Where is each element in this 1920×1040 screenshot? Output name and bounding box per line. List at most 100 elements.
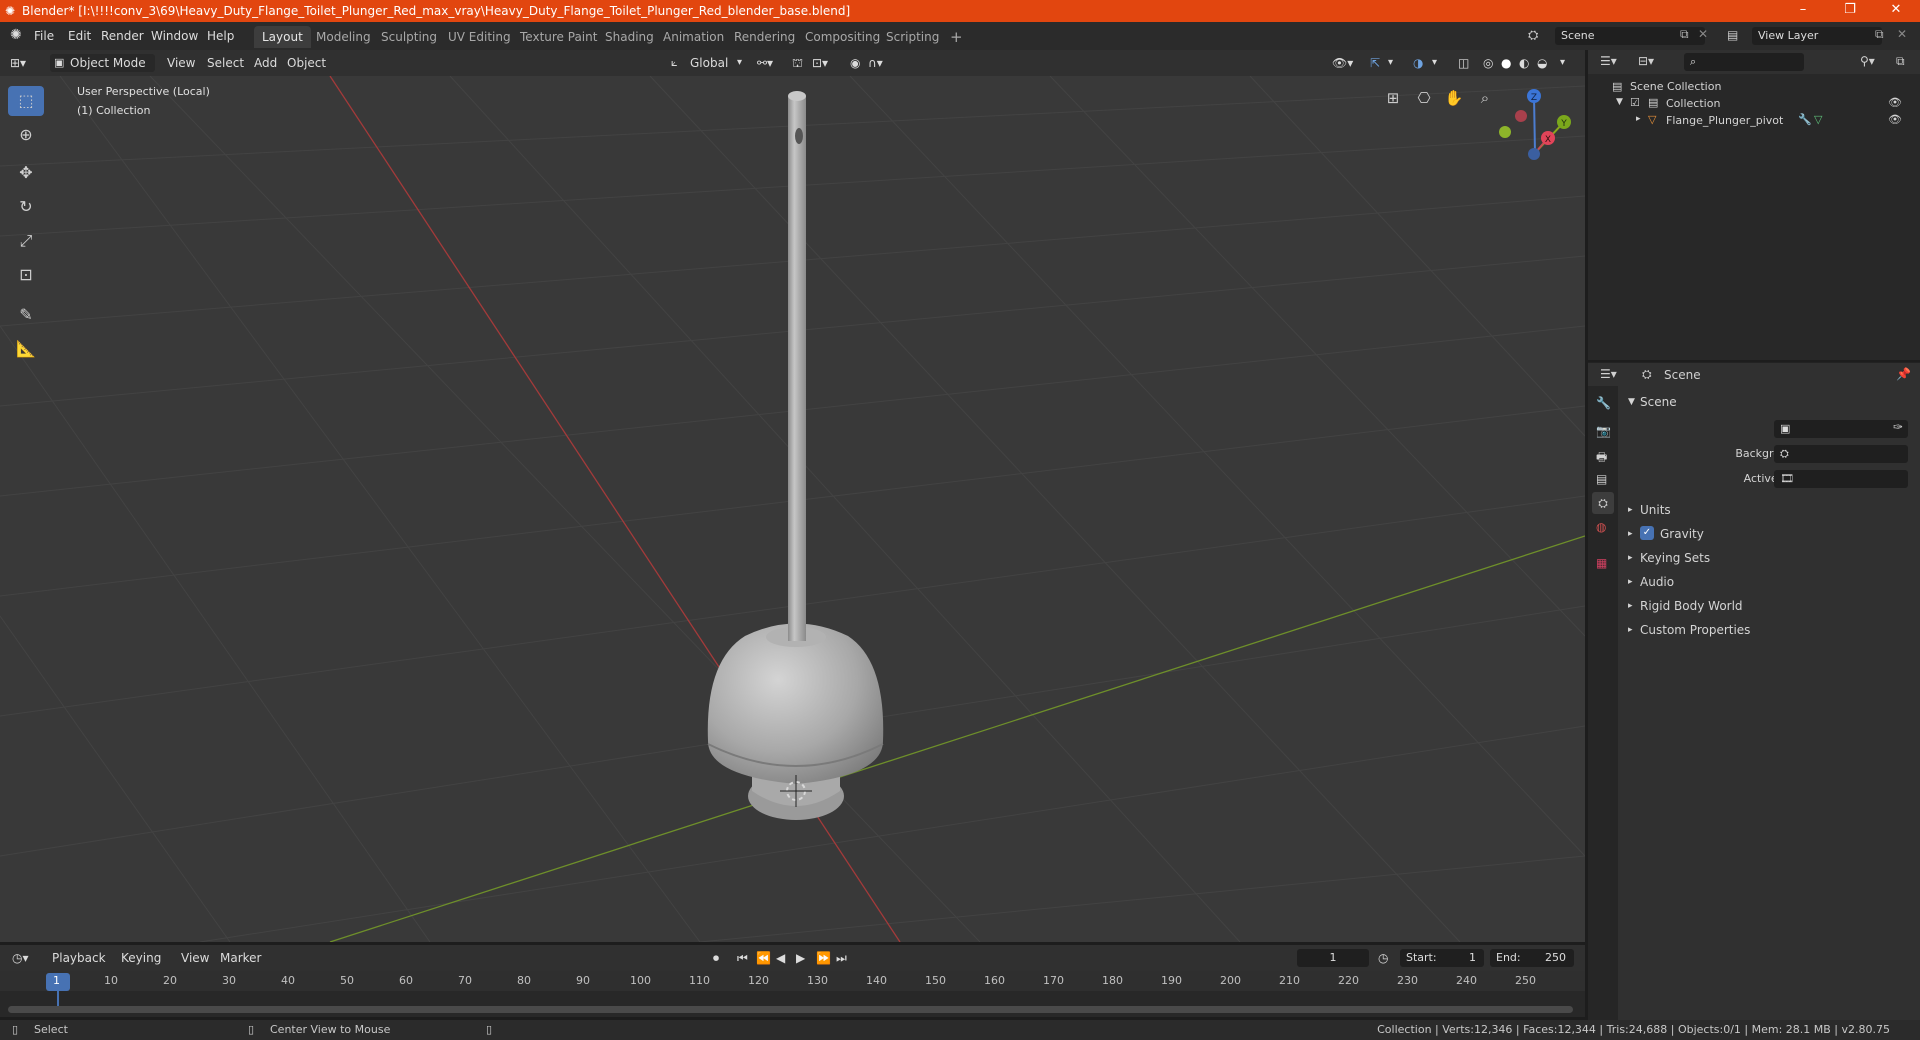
timeline-area[interactable]: 1 10 20 30 40 50 60 70 80 90 100 110 120… xyxy=(0,971,1585,1017)
new-collection-icon[interactable]: ⧉ xyxy=(1896,54,1905,69)
tab-scripting[interactable]: Scripting xyxy=(878,26,947,48)
section-custom-properties[interactable]: Custom Properties xyxy=(1640,623,1750,637)
display-mode-icon[interactable]: ⊟▾ xyxy=(1638,54,1654,68)
menu-file[interactable]: File xyxy=(34,29,54,43)
menu-render[interactable]: Render xyxy=(101,29,144,43)
restore-button[interactable]: ❐ xyxy=(1830,0,1870,22)
tab-rendering[interactable]: Rendering xyxy=(726,26,803,48)
minimize-button[interactable]: – xyxy=(1783,0,1823,22)
xray-toggle-icon[interactable]: ◫ xyxy=(1458,54,1469,72)
menu-object[interactable]: Object xyxy=(287,54,326,72)
plunger-cup[interactable] xyxy=(707,623,884,785)
render-tab-icon[interactable]: 📷 xyxy=(1596,424,1611,438)
add-workspace-button[interactable]: + xyxy=(942,26,971,48)
orientation-dropdown[interactable]: Global xyxy=(690,54,728,72)
expand-arrow-icon[interactable]: ▸ xyxy=(1628,505,1633,515)
menu-keying[interactable]: Keying xyxy=(121,949,161,967)
wireframe-shading-icon[interactable]: ◎ xyxy=(1483,54,1493,72)
menu-help[interactable]: Help xyxy=(207,29,234,43)
section-gravity[interactable]: Gravity xyxy=(1660,527,1704,541)
timeline-scrollbar[interactable] xyxy=(8,1006,1573,1013)
material-shading-icon[interactable]: ◐ xyxy=(1519,54,1529,72)
tab-modeling[interactable]: Modeling xyxy=(308,26,379,48)
current-frame-field[interactable]: 1 xyxy=(1297,949,1369,967)
mode-dropdown[interactable]: Object Mode xyxy=(50,54,155,72)
measure-tool-icon[interactable]: 📐 xyxy=(8,334,44,364)
jump-start-icon[interactable]: ⏮ xyxy=(737,949,748,967)
snap-target-icon[interactable]: ⊡▾ xyxy=(812,54,828,72)
3d-viewport[interactable]: Z Y X User Perspective (Local) (1) Colle… xyxy=(0,76,1585,942)
outliner-editor-type-icon[interactable]: ☰▾ xyxy=(1600,54,1617,68)
mesh-data-icon[interactable]: ▽ xyxy=(1814,113,1822,126)
plunger-handle[interactable] xyxy=(788,96,806,641)
jump-keyframe-forward-icon[interactable]: ⏩ xyxy=(816,949,831,967)
active-movie-clip-field[interactable]: 🎞 xyxy=(1774,470,1908,488)
outliner-object-flange-plunger-pivot[interactable]: Flange_Plunger_pivot xyxy=(1666,114,1783,127)
select-box-tool-icon[interactable]: ⬚ xyxy=(8,86,44,116)
annotate-tool-icon[interactable]: ✎ xyxy=(8,300,44,330)
menu-marker[interactable]: Marker xyxy=(220,949,261,967)
snap-icon[interactable]: ⛫ xyxy=(792,54,803,72)
modifier-icon[interactable]: 🔧 xyxy=(1798,113,1812,126)
preview-range-icon[interactable]: ◷ xyxy=(1378,949,1388,967)
outliner-search-input[interactable]: ⌕ xyxy=(1684,53,1804,71)
start-frame-field[interactable]: Start: 1 xyxy=(1400,949,1484,967)
tab-texture-paint[interactable]: Texture Paint xyxy=(512,26,605,48)
play-icon[interactable]: ▶ xyxy=(796,949,805,967)
tab-compositing[interactable]: Compositing xyxy=(797,26,888,48)
menu-edit[interactable]: Edit xyxy=(68,29,91,43)
menu-view[interactable]: View xyxy=(167,54,195,72)
delete-view-layer-icon[interactable]: ✕ xyxy=(1897,27,1907,41)
pivot-icon[interactable]: ⚯▾ xyxy=(757,54,773,72)
play-reverse-icon[interactable]: ◀ xyxy=(776,949,785,967)
toggle-perspective-icon[interactable]: ⊞ xyxy=(1379,84,1407,112)
texture-tab-icon[interactable]: ▦ xyxy=(1596,556,1607,570)
menu-playback[interactable]: Playback xyxy=(52,949,106,967)
view-layer-tab-icon[interactable]: ▤ xyxy=(1596,472,1607,486)
navigation-gizmo[interactable]: Z Y X xyxy=(1499,89,1571,160)
expand-arrow-icon[interactable]: ▸ xyxy=(1628,577,1633,587)
expand-arrow-icon[interactable]: ▸ xyxy=(1628,625,1633,635)
move-tool-icon[interactable]: ✥ xyxy=(8,158,44,188)
end-frame-field[interactable]: End: 250 xyxy=(1490,949,1574,967)
properties-editor-type-icon[interactable]: ☰▾ xyxy=(1600,367,1617,381)
gizmo-toggle-icon[interactable]: ⇱ xyxy=(1370,54,1380,72)
transform-tool-icon[interactable]: ⊡ xyxy=(8,260,44,290)
proportional-edit-icon[interactable]: ◉ xyxy=(850,54,860,72)
visibility-icon[interactable]: 👁▾ xyxy=(1332,54,1353,72)
object-visibility-icon[interactable]: 👁 xyxy=(1888,113,1902,126)
view-layer-field[interactable]: View Layer xyxy=(1752,27,1882,45)
menu-add[interactable]: Add xyxy=(254,54,277,72)
expand-arrow-icon[interactable]: ▸ xyxy=(1628,553,1633,563)
delete-scene-icon[interactable]: ✕ xyxy=(1698,27,1708,41)
collection-visibility-icon[interactable]: 👁 xyxy=(1888,96,1902,109)
rotate-tool-icon[interactable]: ↻ xyxy=(8,192,44,222)
section-audio[interactable]: Audio xyxy=(1640,575,1674,589)
output-tab-icon[interactable]: 🖶 xyxy=(1596,448,1607,469)
view-layer-icon[interactable]: ▤ xyxy=(1727,28,1738,42)
camera-field[interactable]: ▣ xyxy=(1774,420,1908,438)
rendered-shading-icon[interactable]: ◒ xyxy=(1537,54,1547,72)
scene-tab-icon[interactable]: ⛭ xyxy=(1592,492,1614,514)
panel-collapse-icon[interactable]: ▼ xyxy=(1628,397,1635,407)
scene-browse-icon[interactable]: ⛭ xyxy=(1528,28,1538,43)
outliner-scene-collection[interactable]: Scene Collection xyxy=(1630,80,1721,93)
menu-window[interactable]: Window xyxy=(151,29,198,43)
world-tab-icon[interactable]: ◍ xyxy=(1596,520,1606,534)
tool-tab-icon[interactable]: 🔧 xyxy=(1596,396,1611,410)
tab-layout[interactable]: Layout xyxy=(254,26,311,48)
section-keying-sets[interactable]: Keying Sets xyxy=(1640,551,1710,565)
jump-keyframe-back-icon[interactable]: ⏪ xyxy=(756,949,771,967)
pin-icon[interactable]: 📌 xyxy=(1896,367,1911,381)
zoom-view-icon[interactable]: ⌕ xyxy=(1471,84,1499,112)
expand-arrow-icon[interactable]: ▸ xyxy=(1636,114,1641,124)
section-rigid-body-world[interactable]: Rigid Body World xyxy=(1640,599,1743,613)
scale-tool-icon[interactable]: ⤢ xyxy=(8,226,44,256)
new-scene-icon[interactable]: ⧉ xyxy=(1680,27,1689,42)
cursor-tool-icon[interactable]: ⊕ xyxy=(8,120,44,150)
tab-uv-editing[interactable]: UV Editing xyxy=(440,26,519,48)
collapse-arrow-icon[interactable]: ▼ xyxy=(1616,97,1623,107)
blender-menu-icon[interactable]: ✺ xyxy=(10,27,22,43)
overlays-toggle-icon[interactable]: ◑ xyxy=(1413,54,1423,72)
menu-timeline-view[interactable]: View xyxy=(181,949,209,967)
